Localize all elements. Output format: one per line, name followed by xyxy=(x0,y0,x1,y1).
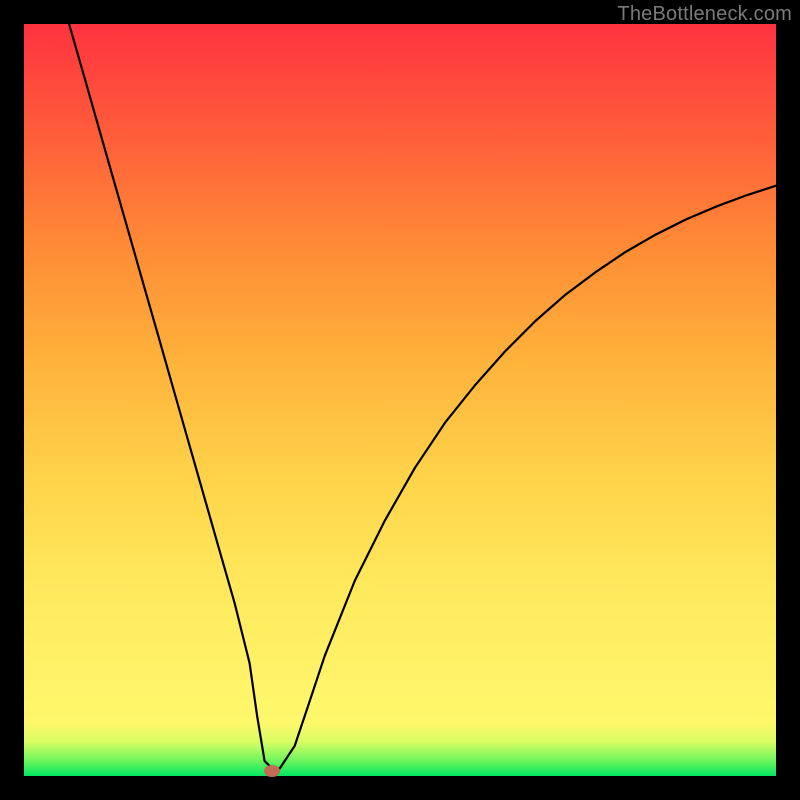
site-watermark: TheBottleneck.com xyxy=(617,3,792,26)
bottleneck-curve xyxy=(24,24,776,776)
plot-area xyxy=(24,24,776,776)
chart-frame: TheBottleneck.com xyxy=(0,0,800,800)
optimal-point-marker xyxy=(264,765,280,777)
curve-path xyxy=(69,24,776,769)
